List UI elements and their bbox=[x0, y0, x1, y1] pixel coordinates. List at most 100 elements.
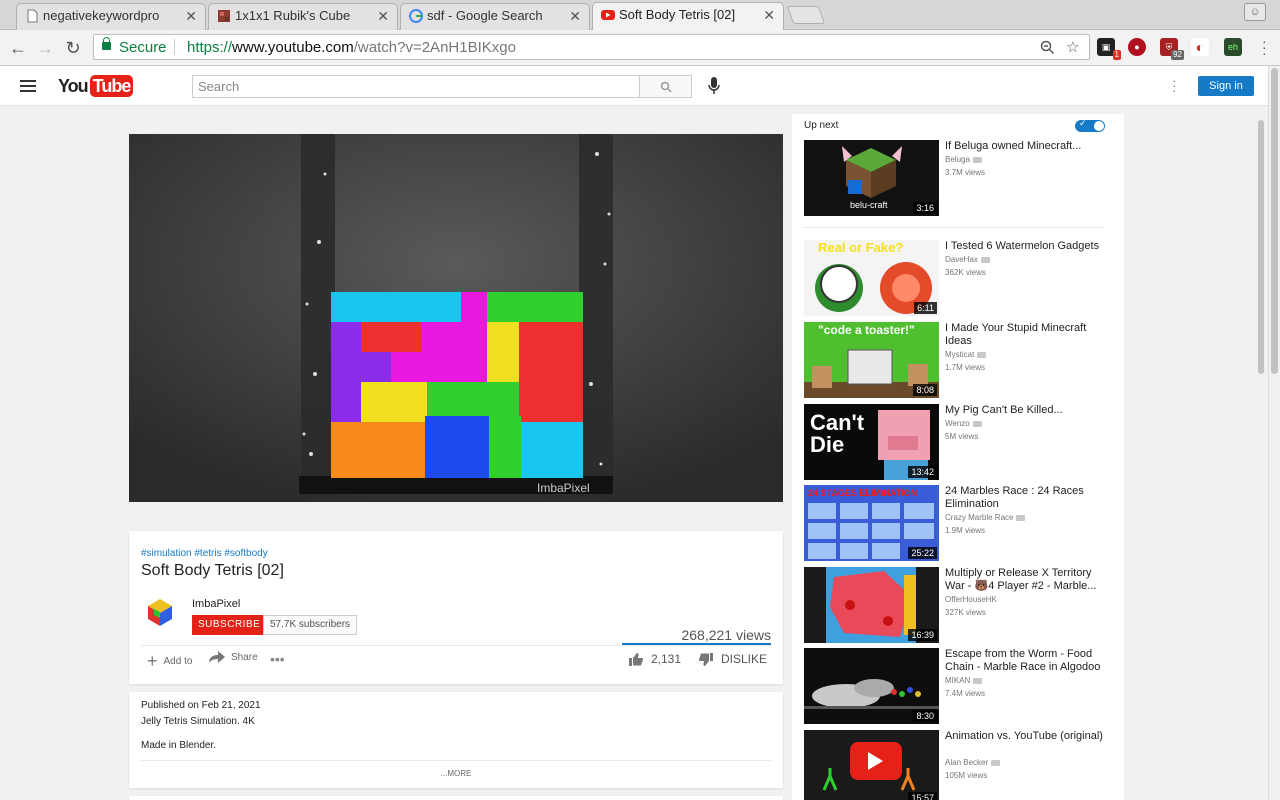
divider bbox=[804, 227, 1104, 228]
zoom-icon[interactable] bbox=[1040, 40, 1055, 55]
channel-name: Alan Becker bbox=[945, 758, 989, 767]
video-channel: Crazy Marble Race bbox=[945, 513, 1026, 522]
channel-name[interactable]: ImbaPixel bbox=[192, 598, 240, 610]
video-thumbnail[interactable]: belu-craft 3:16 bbox=[804, 140, 939, 216]
up-next-video[interactable]: Can't Die 13:42 My Pig Can't Be Killed..… bbox=[804, 404, 1114, 480]
video-thumbnail[interactable]: 8:30 bbox=[804, 648, 939, 724]
profile-icon[interactable]: ☺ bbox=[1244, 3, 1266, 21]
video-thumbnail[interactable]: "code a toaster!" 8:08 bbox=[804, 322, 939, 398]
description-line: Jelly Tetris Simulation. 4K bbox=[141, 716, 255, 727]
video-thumbnail[interactable]: 24 STAGES ELIMINATION 25:22 bbox=[804, 485, 939, 561]
verified-icon bbox=[1016, 514, 1026, 521]
video-thumbnail[interactable]: 15:57 bbox=[804, 730, 939, 800]
sign-in-button[interactable]: Sign in bbox=[1198, 76, 1254, 96]
microphone-icon[interactable] bbox=[707, 76, 721, 96]
video-title[interactable]: 24 Marbles Race : 24 Races Elimination bbox=[945, 485, 1110, 511]
add-to-button[interactable]: + Add to bbox=[147, 651, 192, 672]
video-title[interactable]: I Made Your Stupid Minecraft Ideas bbox=[945, 322, 1110, 348]
video-channel: Alan Becker bbox=[945, 758, 1001, 767]
video-title[interactable]: Animation vs. YouTube (original) bbox=[945, 730, 1110, 743]
video-channel: MIKAN bbox=[945, 676, 983, 685]
dislike-button[interactable]: DISLIKE bbox=[699, 652, 767, 666]
channel-name: MIKAN bbox=[945, 676, 971, 685]
video-views: 362K views bbox=[945, 268, 986, 277]
up-next-video[interactable]: 15:57 Animation vs. YouTube (original) A… bbox=[804, 730, 1114, 800]
channel-name: Wenzo bbox=[945, 419, 970, 428]
address-bar[interactable]: Secure https://www.youtube.com/watch?v=2… bbox=[93, 34, 1090, 60]
window-scrollbar[interactable] bbox=[1268, 66, 1280, 800]
video-thumbnail[interactable]: Real or Fake? 6:11 bbox=[804, 240, 939, 316]
video-title[interactable]: Multiply or Release X Territory War - 🐻4… bbox=[945, 567, 1110, 593]
video-thumbnail[interactable]: Can't Die 13:42 bbox=[804, 404, 939, 480]
reload-icon[interactable]: ↻ bbox=[61, 36, 85, 60]
up-next-video[interactable]: belu-craft 3:16 If Beluga owned Minecraf… bbox=[804, 140, 1114, 216]
channel-avatar[interactable] bbox=[145, 597, 175, 627]
divider bbox=[141, 645, 771, 646]
video-watermark: ImbaPixel bbox=[537, 481, 590, 495]
video-views: 5M views bbox=[945, 432, 979, 441]
extension-icon-4[interactable]: ◐ bbox=[1191, 38, 1209, 56]
video-player[interactable]: ImbaPixel bbox=[129, 134, 783, 502]
search-button[interactable] bbox=[639, 75, 692, 98]
search-icon bbox=[660, 81, 672, 93]
video-duration: 3:16 bbox=[913, 202, 937, 214]
settings-kebab-icon[interactable]: · · · bbox=[1172, 73, 1178, 97]
url-text[interactable]: https://www.youtube.com/watch?v=2AnH1BIK… bbox=[187, 39, 516, 56]
comments-card bbox=[129, 796, 783, 800]
video-duration: 25:22 bbox=[908, 547, 937, 559]
channel-name: Crazy Marble Race bbox=[945, 513, 1014, 522]
video-title[interactable]: If Beluga owned Minecraft... bbox=[945, 140, 1110, 153]
video-duration: 8:30 bbox=[913, 710, 937, 722]
close-icon[interactable]: ✕ bbox=[569, 4, 581, 28]
extension-icon-5[interactable]: eh bbox=[1224, 38, 1242, 56]
search-input[interactable] bbox=[192, 75, 640, 98]
thumbnail-text: Can't Die bbox=[810, 410, 865, 457]
shield-extension-icon[interactable]: ⛨ 92 bbox=[1160, 38, 1184, 60]
browser-tab-rubiks-cube[interactable]: 1x1x1 Rubik's Cube ✕ bbox=[208, 3, 398, 30]
up-next-video[interactable]: 16:39 Multiply or Release X Territory Wa… bbox=[804, 567, 1114, 643]
up-next-video[interactable]: 8:30 Escape from the Worm - Food Chain -… bbox=[804, 648, 1114, 724]
subscribe-button[interactable]: SUBSCRIBE bbox=[192, 615, 267, 635]
description-line: Made in Blender. bbox=[141, 740, 217, 751]
check-icon: ✓ bbox=[1079, 118, 1087, 128]
video-title[interactable]: I Tested 6 Watermelon Gadgets bbox=[945, 240, 1110, 253]
scrollbar-thumb[interactable] bbox=[1271, 68, 1278, 374]
close-icon[interactable]: ✕ bbox=[763, 3, 775, 27]
page-scrollbar[interactable] bbox=[1257, 112, 1265, 800]
url-path: /watch?v=2AnH1BIKxgo bbox=[353, 39, 516, 56]
guide-menu-icon[interactable] bbox=[20, 80, 36, 92]
show-more-button[interactable]: ...MORE bbox=[129, 769, 783, 778]
scrollbar-thumb[interactable] bbox=[1258, 120, 1264, 374]
close-icon[interactable]: ✕ bbox=[185, 4, 197, 28]
browser-tab-google-search[interactable]: sdf - Google Search ✕ bbox=[400, 3, 590, 30]
video-views: 1.9M views bbox=[945, 526, 986, 535]
autoplay-toggle[interactable]: ✓ bbox=[1075, 118, 1105, 132]
share-icon bbox=[209, 651, 225, 663]
browser-tab-soft-body-tetris[interactable]: Soft Body Tetris [02] ✕ bbox=[592, 2, 784, 31]
video-title[interactable]: Escape from the Worm - Food Chain - Marb… bbox=[945, 648, 1110, 674]
extension-icon-1[interactable]: ▣ 1 bbox=[1097, 38, 1121, 60]
back-arrow-icon[interactable]: ← bbox=[6, 36, 30, 60]
new-tab-button[interactable] bbox=[786, 6, 826, 24]
video-title[interactable]: My Pig Can't Be Killed... bbox=[945, 404, 1110, 417]
logo-you: You bbox=[58, 75, 89, 96]
up-next-video[interactable]: Real or Fake? 6:11 I Tested 6 Watermelon… bbox=[804, 240, 1114, 316]
url-host: www.youtube.com bbox=[232, 39, 354, 56]
browser-tab-negativekeyword[interactable]: negativekeywordpro ✕ bbox=[16, 3, 206, 30]
youtube-logo[interactable]: You Tube bbox=[58, 75, 134, 97]
tab-title: 1x1x1 Rubik's Cube bbox=[235, 8, 351, 23]
video-duration: 13:42 bbox=[908, 466, 937, 478]
video-thumbnail[interactable]: 16:39 bbox=[804, 567, 939, 643]
chrome-menu-icon[interactable]: · · · bbox=[1262, 34, 1267, 60]
extension-icon-2[interactable]: ● bbox=[1128, 38, 1146, 56]
like-button[interactable]: 2,131 bbox=[629, 652, 681, 666]
more-actions-icon[interactable]: ••• bbox=[270, 651, 285, 667]
secure-label: Secure bbox=[119, 39, 167, 56]
share-button[interactable]: Share bbox=[209, 651, 258, 663]
up-next-video[interactable]: "code a toaster!" 8:08 I Made Your Stupi… bbox=[804, 322, 1114, 398]
bookmark-star-icon[interactable]: ☆ bbox=[1066, 38, 1079, 56]
up-next-video[interactable]: 24 STAGES ELIMINATION 25:22 24 Marbles R… bbox=[804, 485, 1114, 561]
close-icon[interactable]: ✕ bbox=[377, 4, 389, 28]
forward-arrow-icon[interactable]: → bbox=[33, 36, 57, 60]
video-hashtags[interactable]: #simulation #tetris #softbody bbox=[141, 548, 268, 559]
